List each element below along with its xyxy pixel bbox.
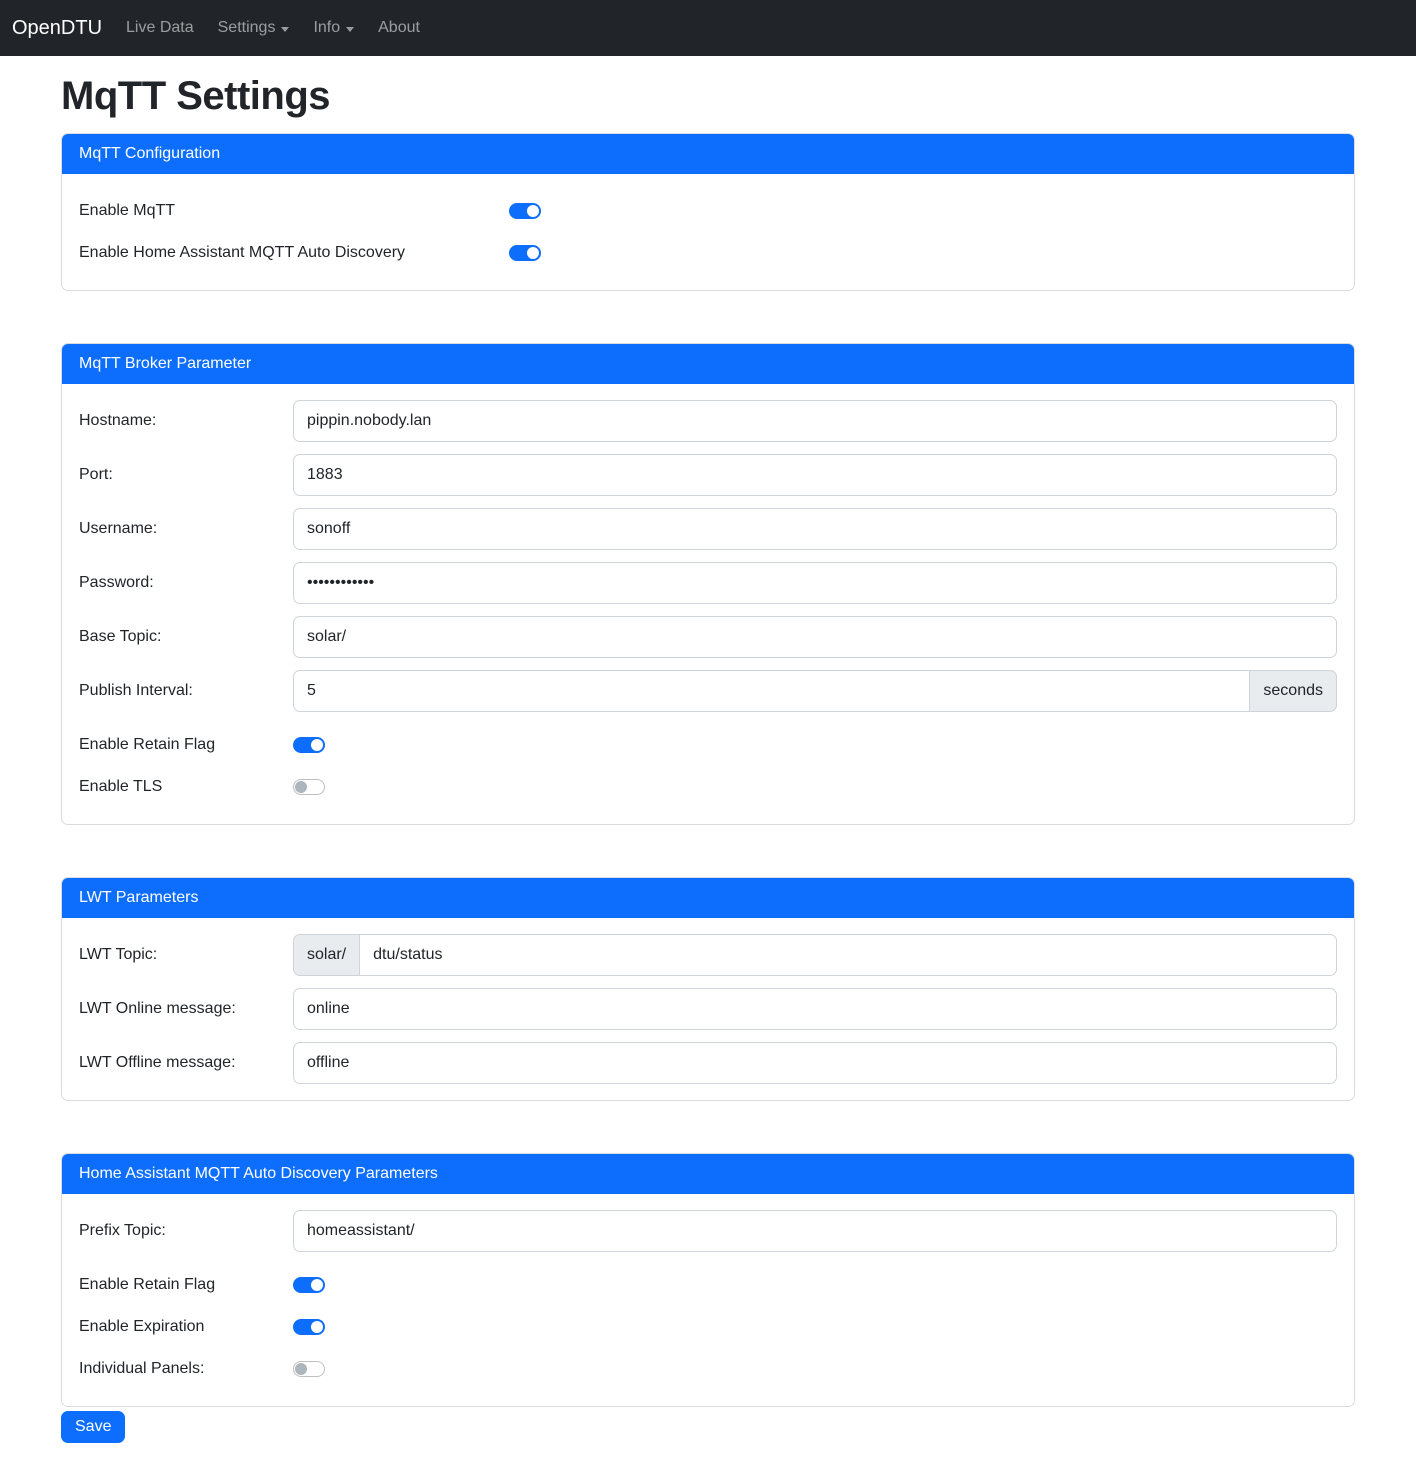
nav-item-label: About: [378, 19, 420, 37]
username-control: [293, 508, 1337, 550]
lwt-online-message-control: [293, 988, 1337, 1030]
base-topic-label: Base Topic:: [79, 628, 293, 646]
enable-retain-flag-toggle[interactable]: [293, 737, 325, 753]
lwt-topic-control: solar/: [293, 934, 1337, 976]
field-row-enable-hass-discovery: Enable Home Assistant MQTT Auto Discover…: [79, 232, 1337, 274]
card-header-lwt-parameters: LWT Parameters: [62, 878, 1354, 918]
lwt-topic-input[interactable]: [359, 934, 1337, 976]
publish-interval-control: seconds: [293, 670, 1337, 712]
nav-item-settings[interactable]: Settings: [210, 11, 298, 45]
field-row-password: Password:: [79, 562, 1337, 604]
enable-mqtt-control: [509, 203, 1337, 219]
card-header-mqtt-broker-parameter: MqTT Broker Parameter: [62, 344, 1354, 384]
field-row-enable-tls: Enable TLS: [79, 766, 1337, 808]
enable-hass-discovery-toggle[interactable]: [509, 245, 541, 261]
hostname-input[interactable]: [293, 400, 1337, 442]
nav-item-info[interactable]: Info: [305, 11, 362, 45]
lwt-online-message-input[interactable]: [293, 988, 1337, 1030]
enable-hass-discovery-label: Enable Home Assistant MQTT Auto Discover…: [79, 244, 509, 262]
port-control: [293, 454, 1337, 496]
field-row-enable-mqtt: Enable MqTT: [79, 190, 1337, 232]
hass-enable-retain-flag-control: [293, 1277, 1337, 1293]
port-input[interactable]: [293, 454, 1337, 496]
field-row-lwt-online-message: LWT Online message:: [79, 988, 1337, 1030]
nav-item-live-data[interactable]: Live Data: [118, 11, 202, 45]
lwt-offline-message-control: [293, 1042, 1337, 1084]
card-lwt-parameters: LWT Parameters LWT Topic: solar/ LWT Onl…: [61, 877, 1355, 1101]
prefix-topic-label: Prefix Topic:: [79, 1222, 293, 1240]
enable-retain-flag-control: [293, 737, 1337, 753]
card-mqtt-broker-parameter: MqTT Broker Parameter Hostname: Port: Us…: [61, 343, 1355, 825]
card-body-mqtt-broker-parameter: Hostname: Port: Username: Password:: [62, 384, 1354, 824]
nav-item-about[interactable]: About: [370, 11, 428, 45]
enable-retain-flag-label: Enable Retain Flag: [79, 736, 293, 754]
main-container: MqTT Settings MqTT Configuration Enable …: [61, 72, 1355, 1443]
brand-opendtu[interactable]: OpenDTU: [12, 17, 102, 40]
prefix-topic-control: [293, 1210, 1337, 1252]
card-mqtt-configuration: MqTT Configuration Enable MqTT Enable Ho…: [61, 133, 1355, 291]
individual-panels-toggle[interactable]: [293, 1361, 325, 1377]
field-row-username: Username:: [79, 508, 1337, 550]
hass-enable-retain-flag-label: Enable Retain Flag: [79, 1276, 293, 1294]
field-row-lwt-topic: LWT Topic: solar/: [79, 934, 1337, 976]
chevron-down-icon: [346, 27, 354, 32]
field-row-port: Port:: [79, 454, 1337, 496]
enable-expiration-toggle[interactable]: [293, 1319, 325, 1335]
publish-interval-input[interactable]: [293, 670, 1250, 712]
enable-expiration-label: Enable Expiration: [79, 1318, 293, 1336]
hostname-label: Hostname:: [79, 412, 293, 430]
enable-tls-label: Enable TLS: [79, 778, 293, 796]
field-row-enable-retain-flag: Enable Retain Flag: [79, 724, 1337, 766]
enable-mqtt-toggle[interactable]: [509, 203, 541, 219]
password-control: [293, 562, 1337, 604]
card-body-hass-discovery-parameters: Prefix Topic: Enable Retain Flag Enable …: [62, 1194, 1354, 1406]
top-navbar: OpenDTU Live Data Settings Info About: [0, 0, 1416, 56]
card-hass-discovery-parameters: Home Assistant MQTT Auto Discovery Param…: [61, 1153, 1355, 1407]
page-title: MqTT Settings: [61, 72, 1355, 120]
enable-expiration-control: [293, 1319, 1337, 1335]
username-label: Username:: [79, 520, 293, 538]
field-row-hostname: Hostname:: [79, 400, 1337, 442]
field-row-enable-expiration: Enable Expiration: [79, 1306, 1337, 1348]
nav-item-label: Settings: [218, 19, 276, 37]
field-row-publish-interval: Publish Interval: seconds: [79, 670, 1337, 712]
prefix-topic-input[interactable]: [293, 1210, 1337, 1252]
nav-item-label: Info: [313, 19, 340, 37]
card-header-mqtt-configuration: MqTT Configuration: [62, 134, 1354, 174]
lwt-online-message-label: LWT Online message:: [79, 1000, 293, 1018]
base-topic-control: [293, 616, 1337, 658]
username-input[interactable]: [293, 508, 1337, 550]
nav-item-label: Live Data: [126, 19, 194, 37]
field-row-prefix-topic: Prefix Topic:: [79, 1210, 1337, 1252]
hostname-control: [293, 400, 1337, 442]
enable-tls-toggle[interactable]: [293, 779, 325, 795]
field-row-base-topic: Base Topic:: [79, 616, 1337, 658]
password-input[interactable]: [293, 562, 1337, 604]
publish-interval-group: seconds: [293, 670, 1337, 712]
card-header-hass-discovery-parameters: Home Assistant MQTT Auto Discovery Param…: [62, 1154, 1354, 1194]
individual-panels-label: Individual Panels:: [79, 1360, 293, 1378]
password-label: Password:: [79, 574, 293, 592]
port-label: Port:: [79, 466, 293, 484]
lwt-topic-label: LWT Topic:: [79, 946, 293, 964]
enable-hass-discovery-control: [509, 245, 1337, 261]
save-button[interactable]: Save: [61, 1411, 125, 1443]
lwt-topic-group: solar/: [293, 934, 1337, 976]
enable-tls-control: [293, 779, 1337, 795]
publish-interval-unit: seconds: [1249, 670, 1337, 712]
publish-interval-label: Publish Interval:: [79, 682, 293, 700]
lwt-offline-message-input[interactable]: [293, 1042, 1337, 1084]
lwt-offline-message-label: LWT Offline message:: [79, 1054, 293, 1072]
base-topic-input[interactable]: [293, 616, 1337, 658]
enable-mqtt-label: Enable MqTT: [79, 202, 509, 220]
card-body-lwt-parameters: LWT Topic: solar/ LWT Online message: LW…: [62, 918, 1354, 1100]
field-row-lwt-offline-message: LWT Offline message:: [79, 1042, 1337, 1084]
lwt-topic-prefix: solar/: [293, 934, 360, 976]
card-body-mqtt-configuration: Enable MqTT Enable Home Assistant MQTT A…: [62, 174, 1354, 290]
individual-panels-control: [293, 1361, 1337, 1377]
hass-enable-retain-flag-toggle[interactable]: [293, 1277, 325, 1293]
chevron-down-icon: [281, 27, 289, 32]
field-row-hass-enable-retain-flag: Enable Retain Flag: [79, 1264, 1337, 1306]
field-row-individual-panels: Individual Panels:: [79, 1348, 1337, 1390]
